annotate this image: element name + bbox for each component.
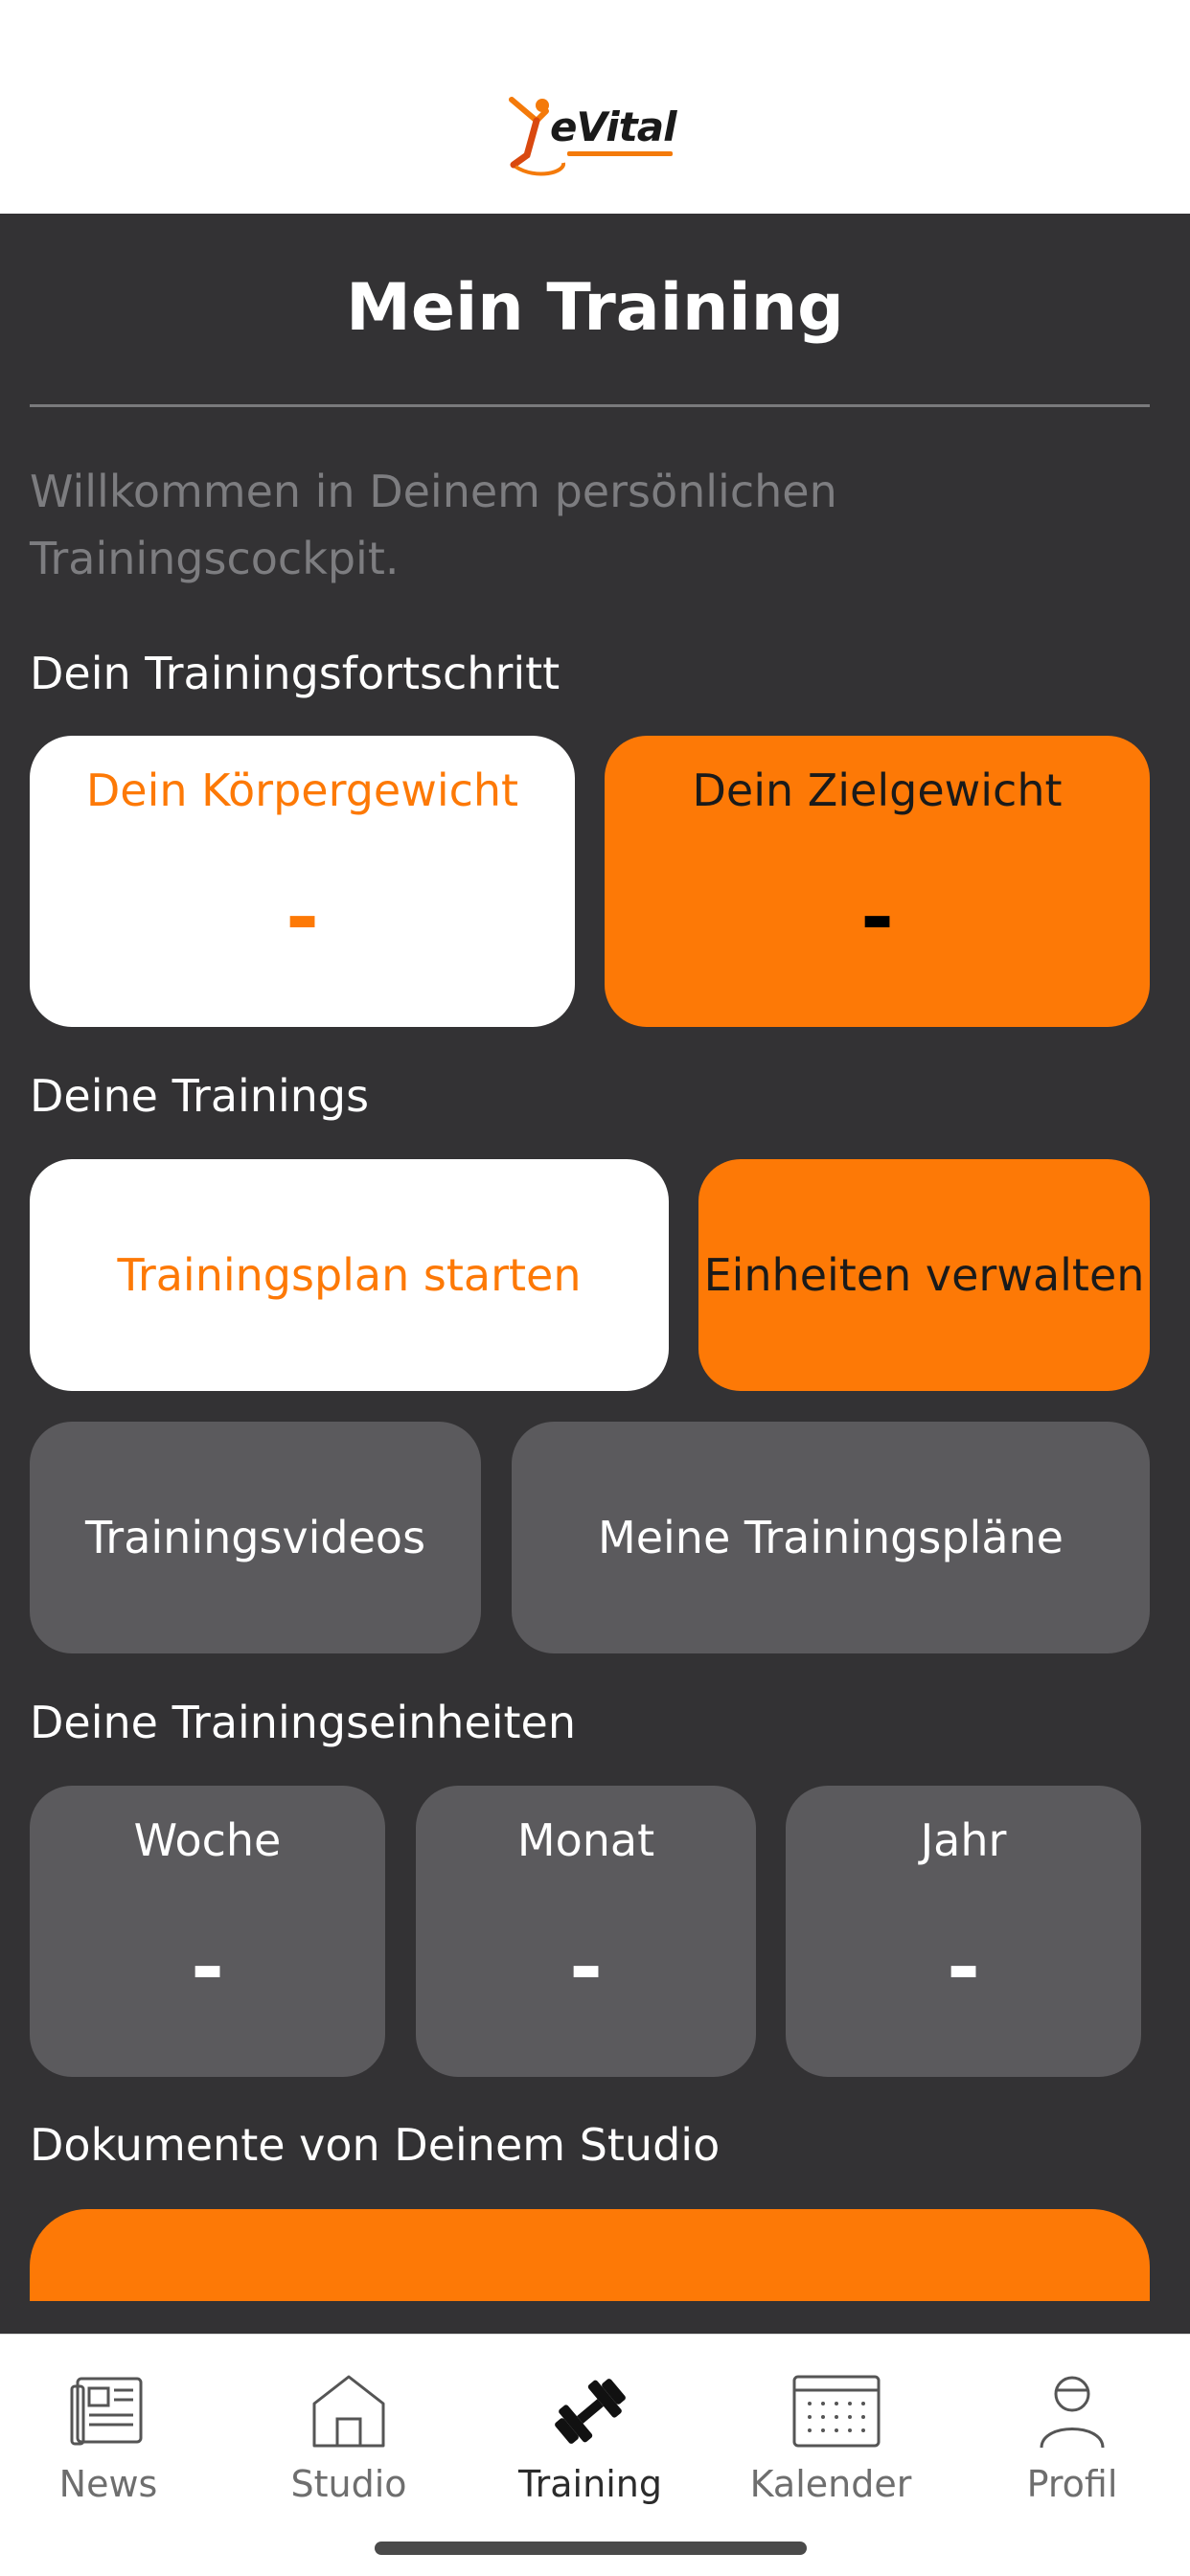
start-plan-label: Trainingsplan starten bbox=[117, 1249, 582, 1301]
tab-profile-label: Profil bbox=[1026, 2463, 1118, 2505]
tab-news-label: News bbox=[58, 2463, 158, 2505]
logo-tagline-bar bbox=[567, 151, 673, 156]
title-divider bbox=[30, 404, 1150, 407]
body-weight-value: - bbox=[286, 870, 319, 964]
bottom-tab-bar: News Studio Training Kalender Profil bbox=[0, 2334, 1190, 2576]
evital-logo: eVital bbox=[508, 96, 680, 176]
tab-calendar[interactable]: Kalender bbox=[725, 2335, 936, 2526]
documents-card[interactable] bbox=[30, 2209, 1150, 2301]
tab-profile[interactable]: Profil bbox=[967, 2335, 1178, 2526]
calendar-icon bbox=[792, 2375, 881, 2448]
tab-training-label: Training bbox=[518, 2463, 662, 2505]
units-month-card[interactable]: Monat - bbox=[416, 1786, 756, 2077]
dumbbell-icon bbox=[555, 2379, 626, 2444]
target-weight-label: Dein Zielgewicht bbox=[692, 764, 1063, 816]
section-heading-units: Deine Trainingseinheiten bbox=[30, 1697, 577, 1748]
training-videos-button[interactable]: Trainingsvideos bbox=[30, 1422, 481, 1653]
manage-units-button[interactable]: Einheiten verwalten bbox=[698, 1159, 1150, 1391]
units-week-card[interactable]: Woche - bbox=[30, 1786, 385, 2077]
home-indicator[interactable] bbox=[375, 2542, 807, 2555]
units-week-value: - bbox=[191, 1920, 224, 2014]
tab-news[interactable]: News bbox=[3, 2335, 214, 2526]
section-heading-documents: Dokumente von Deinem Studio bbox=[30, 2119, 721, 2171]
newspaper-icon bbox=[70, 2377, 143, 2446]
my-plans-button[interactable]: Meine Trainingspläne bbox=[512, 1422, 1150, 1653]
my-plans-label: Meine Trainingspläne bbox=[598, 1512, 1064, 1563]
logo-text: eVital bbox=[550, 103, 676, 150]
units-year-value: - bbox=[947, 1920, 980, 2014]
start-plan-button[interactable]: Trainingsplan starten bbox=[30, 1159, 669, 1391]
units-year-label: Jahr bbox=[920, 1814, 1007, 1866]
welcome-text: Willkommen in Deinem persönlichen Traini… bbox=[30, 466, 837, 584]
units-month-label: Monat bbox=[516, 1814, 655, 1866]
units-week-label: Woche bbox=[133, 1814, 282, 1866]
body-weight-card[interactable]: Dein Körpergewicht - bbox=[30, 736, 575, 1027]
manage-units-label: Einheiten verwalten bbox=[703, 1249, 1145, 1301]
app-header: eVital bbox=[0, 0, 1190, 214]
tab-training[interactable]: Training bbox=[485, 2335, 696, 2526]
person-icon bbox=[1040, 2376, 1105, 2449]
tab-calendar-label: Kalender bbox=[749, 2463, 912, 2505]
body-weight-label: Dein Körpergewicht bbox=[85, 764, 519, 816]
house-icon bbox=[312, 2375, 385, 2448]
units-month-value: - bbox=[569, 1920, 603, 2014]
tab-studio-label: Studio bbox=[290, 2463, 407, 2505]
section-heading-progress: Dein Trainingsfortschritt bbox=[30, 648, 561, 699]
units-year-card[interactable]: Jahr - bbox=[786, 1786, 1141, 2077]
page-title: Mein Training bbox=[346, 270, 844, 346]
training-videos-label: Trainingsvideos bbox=[84, 1512, 426, 1563]
target-weight-value: - bbox=[860, 870, 894, 964]
tab-studio[interactable]: Studio bbox=[243, 2335, 454, 2526]
target-weight-card[interactable]: Dein Zielgewicht - bbox=[605, 736, 1150, 1027]
section-heading-trainings: Deine Trainings bbox=[30, 1070, 370, 1122]
